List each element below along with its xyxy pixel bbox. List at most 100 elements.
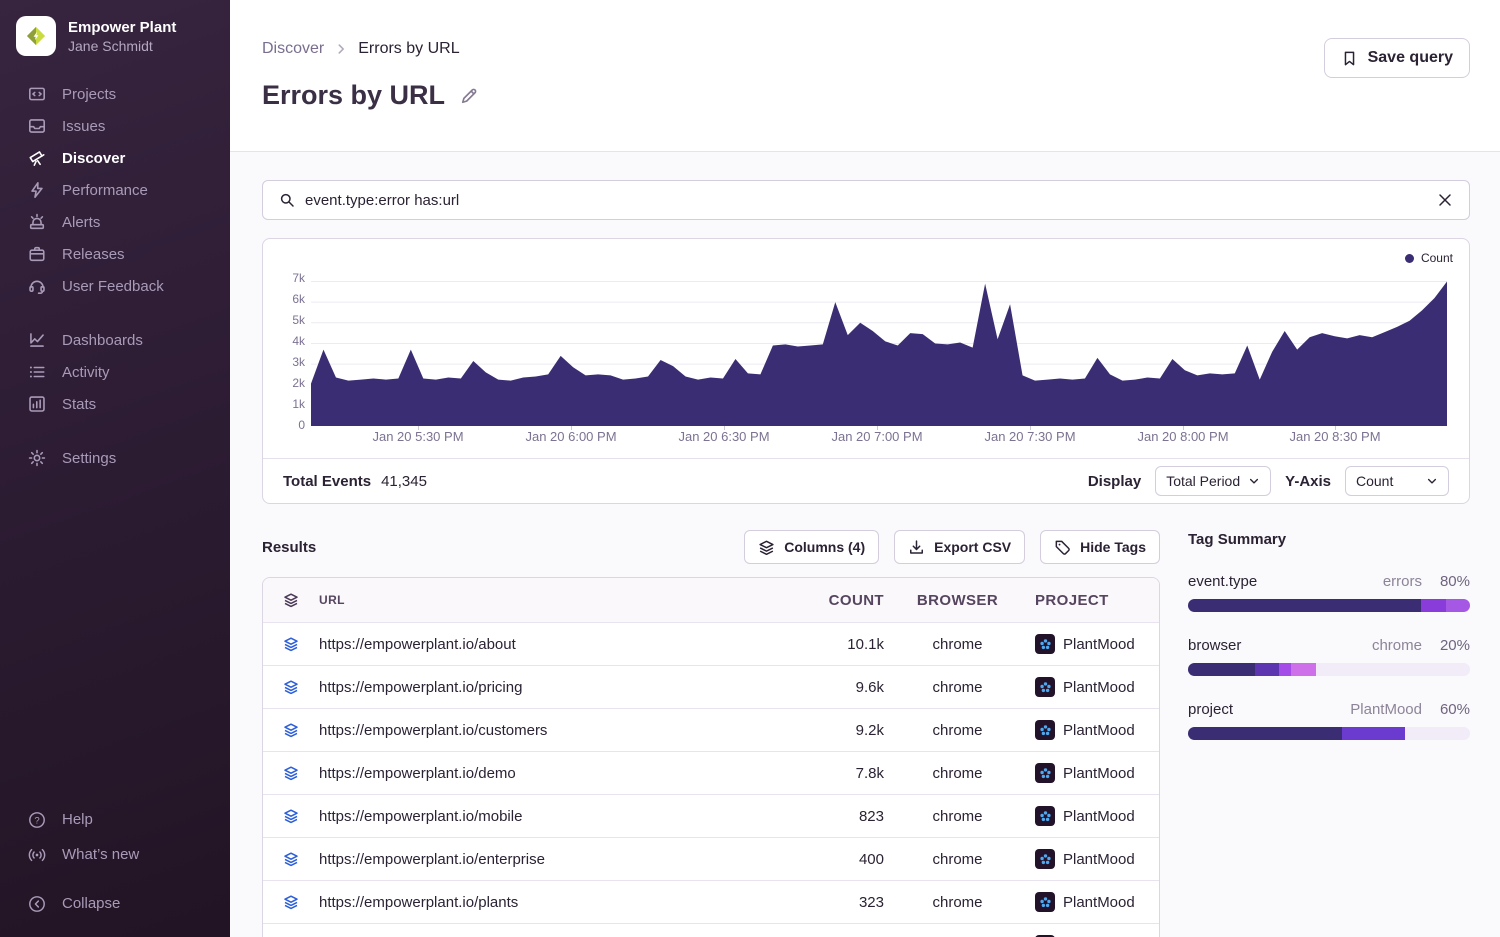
display-label: Display — [1088, 473, 1141, 490]
search-bar[interactable]: event.type:error has:url — [262, 180, 1470, 220]
col-header-project[interactable]: PROJECT — [1031, 592, 1160, 609]
tag-bar-segment[interactable] — [1446, 599, 1470, 612]
url-cell[interactable]: https://empowerplant.io/pricing — [319, 679, 709, 696]
project-name: PlantMood — [1063, 808, 1135, 825]
breadcrumb-discover-link[interactable]: Discover — [262, 40, 324, 58]
primary-nav: Projects Issues Discover Performance Ale… — [0, 78, 230, 474]
results-section: Results Columns (4) Export CSV — [262, 530, 1160, 937]
stack-icon[interactable] — [263, 765, 319, 781]
save-query-label: Save query — [1368, 49, 1453, 67]
sidebar-item-user-feedback[interactable]: User Feedback — [0, 270, 230, 302]
table-row[interactable]: https://empowerplant.io/about10.1kchrome… — [263, 623, 1159, 666]
x-axis-tick: Jan 20 5:30 PM — [372, 429, 463, 444]
edit-title-pencil-icon[interactable] — [459, 86, 479, 106]
table-row[interactable]: https://empowerplant.io/pricing9.6kchrom… — [263, 666, 1159, 709]
sidebar-collapse-button[interactable]: Collapse — [0, 886, 230, 921]
y-axis-tick: 0 — [267, 418, 305, 432]
export-csv-button[interactable]: Export CSV — [894, 530, 1025, 564]
count-cell: 9.2k — [709, 722, 884, 739]
table-row[interactable]: https://empowerplant.io/enterprise400chr… — [263, 838, 1159, 881]
sidebar-item-activity[interactable]: Activity — [0, 356, 230, 388]
tag-distribution-bar[interactable] — [1188, 663, 1470, 676]
breadcrumb-current: Errors by URL — [358, 40, 459, 58]
sidebar-item-label: Stats — [62, 396, 96, 413]
tag-bar-segment[interactable] — [1188, 599, 1421, 612]
url-cell[interactable]: https://empowerplant.io/customers — [319, 722, 709, 739]
table-row[interactable]: https://empowerplant.io/customers9.2kchr… — [263, 709, 1159, 752]
tag-bar-segment[interactable] — [1279, 663, 1291, 676]
sidebar-item-releases[interactable]: Releases — [0, 238, 230, 270]
col-header-browser[interactable]: BROWSER — [884, 592, 1031, 609]
count-cell: 7.8k — [709, 765, 884, 782]
url-cell[interactable]: https://empowerplant.io/enterprise — [319, 851, 709, 868]
tag-bar-segment[interactable] — [1188, 727, 1342, 740]
sidebar-item-label: Issues — [62, 118, 105, 135]
sidebar-item-issues[interactable]: Issues — [0, 110, 230, 142]
y-axis-tick: 2k — [267, 376, 305, 390]
table-row[interactable]: https://empowerplant.io/mobile823chromeP… — [263, 795, 1159, 838]
url-cell[interactable]: https://empowerplant.io/about — [319, 636, 709, 653]
columns-button[interactable]: Columns (4) — [744, 530, 879, 564]
project-avatar-icon — [1035, 677, 1055, 697]
project-name: PlantMood — [1063, 722, 1135, 739]
display-dropdown[interactable]: Total Period — [1155, 466, 1271, 496]
sidebar-item-projects[interactable]: Projects — [0, 78, 230, 110]
save-query-button[interactable]: Save query — [1324, 38, 1470, 78]
stack-icon[interactable] — [263, 679, 319, 695]
sidebar-item-dashboards[interactable]: Dashboards — [0, 324, 230, 356]
issues-icon — [28, 117, 46, 135]
sidebar-item-whats-new[interactable]: What’s new — [0, 837, 230, 872]
url-cell[interactable]: https://empowerplant.io/mobile — [319, 808, 709, 825]
url-cell[interactable]: https://empowerplant.io/demo — [319, 765, 709, 782]
table-row[interactable]: https://empowerplant.io/plants323chromeP… — [263, 881, 1159, 924]
tag-bar-segment[interactable] — [1188, 663, 1255, 676]
tag-bar-segment[interactable] — [1291, 663, 1316, 676]
stack-icon[interactable] — [263, 592, 319, 608]
table-row[interactable]: https://empowerplant.io/careers310chrome… — [263, 924, 1159, 937]
tag-bar-segment[interactable] — [1255, 663, 1279, 676]
tag-bar-segment[interactable] — [1342, 727, 1405, 740]
tag-block-event-type: event.type errors 80% — [1188, 573, 1470, 612]
yaxis-dropdown[interactable]: Count — [1345, 466, 1449, 496]
stack-icon[interactable] — [263, 636, 319, 652]
sidebar-item-alerts[interactable]: Alerts — [0, 206, 230, 238]
y-axis-tick: 4k — [267, 334, 305, 348]
tag-distribution-bar[interactable] — [1188, 599, 1470, 612]
sidebar-item-discover[interactable]: Discover — [0, 142, 230, 174]
stack-icon[interactable] — [263, 808, 319, 824]
stack-icon[interactable] — [263, 851, 319, 867]
sidebar-item-label: Performance — [62, 182, 148, 199]
tag-distribution-bar[interactable] — [1188, 727, 1470, 740]
project-cell: PlantMood — [1031, 806, 1160, 826]
hide-tags-button[interactable]: Hide Tags — [1040, 530, 1160, 564]
sidebar-item-help[interactable]: ? Help — [0, 802, 230, 837]
tag-bar-segment[interactable] — [1421, 599, 1446, 612]
org-switcher[interactable]: Empower Plant Jane Schmidt — [0, 0, 230, 62]
sidebar-item-stats[interactable]: Stats — [0, 388, 230, 420]
tag-top-value: errors — [1383, 573, 1422, 590]
project-avatar-icon — [1035, 892, 1055, 912]
table-row[interactable]: https://empowerplant.io/demo7.8kchromePl… — [263, 752, 1159, 795]
sidebar-item-settings[interactable]: Settings — [0, 442, 230, 474]
table-header-row: URL COUNT BROWSER PROJECT — [263, 578, 1159, 623]
x-axis-tick: Jan 20 8:30 PM — [1289, 429, 1380, 444]
clear-search-icon[interactable] — [1437, 192, 1453, 208]
y-axis-tick: 7k — [267, 271, 305, 285]
results-table: URL COUNT BROWSER PROJECT https://empowe… — [262, 577, 1160, 937]
x-axis-tick: Jan 20 6:00 PM — [525, 429, 616, 444]
col-header-url[interactable]: URL — [319, 593, 709, 607]
stack-icon[interactable] — [263, 722, 319, 738]
legend-dot-icon — [1405, 254, 1414, 263]
user-feedback-icon — [28, 277, 46, 295]
url-cell[interactable]: https://empowerplant.io/plants — [319, 894, 709, 911]
legend-item-count[interactable]: Count — [1405, 251, 1453, 265]
tag-summary-panel: Tag Summary event.type errors 80% browse… — [1188, 530, 1470, 740]
search-input[interactable]: event.type:error has:url — [305, 192, 1427, 209]
x-axis-tick: Jan 20 8:00 PM — [1137, 429, 1228, 444]
col-header-count[interactable]: COUNT — [709, 592, 884, 609]
stack-icon[interactable] — [263, 894, 319, 910]
events-chart-panel: 0 1k 2k 3k 4k 5k 6k 7k — [262, 238, 1470, 504]
tag-key: event.type — [1188, 573, 1257, 590]
org-name: Empower Plant — [68, 18, 176, 37]
sidebar-item-performance[interactable]: Performance — [0, 174, 230, 206]
